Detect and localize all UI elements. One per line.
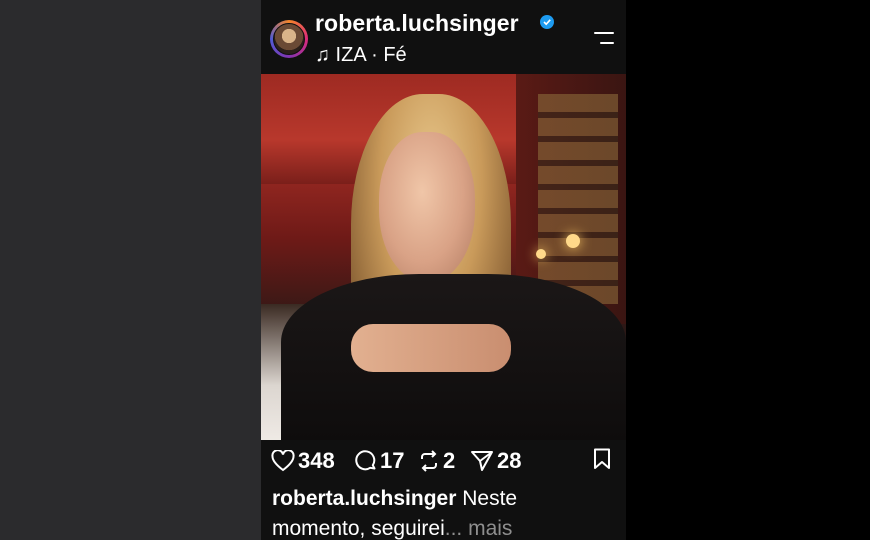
comment-count: 17	[380, 448, 405, 473]
repost-count: 2	[443, 448, 456, 473]
caption-line-2: momento, seguirei... mais	[272, 514, 622, 540]
post-photo[interactable]	[261, 74, 626, 440]
heart-icon	[271, 450, 295, 472]
share-button[interactable]: 28	[470, 446, 521, 476]
comment-button[interactable]: 17	[355, 446, 404, 476]
avatar[interactable]	[270, 20, 308, 58]
music-label[interactable]: ♫ IZA · Fé	[315, 44, 407, 67]
like-count: 348	[298, 448, 335, 473]
action-bar: 348 17 2 28	[261, 446, 626, 476]
photo-face	[379, 132, 475, 282]
post-username[interactable]: roberta.luchsinger	[315, 10, 519, 37]
like-button[interactable]: 348	[271, 446, 335, 476]
share-count: 28	[497, 448, 522, 473]
bookmark-button[interactable]	[593, 448, 611, 475]
menu-icon[interactable]	[594, 32, 616, 46]
share-icon	[471, 451, 493, 471]
photo-arm	[351, 324, 511, 372]
bookmark-icon	[594, 448, 610, 469]
caption-username[interactable]: roberta.luchsinger	[272, 487, 456, 510]
post-caption: roberta.luchsinger Neste momento, seguir…	[272, 484, 622, 540]
avatar-image	[273, 23, 305, 55]
post-header: roberta.luchsinger ♫ IZA · Fé	[261, 0, 626, 74]
verified-icon	[540, 15, 554, 29]
right-background	[626, 0, 870, 540]
post-card: roberta.luchsinger ♫ IZA · Fé 348 17 2 2…	[261, 0, 626, 540]
photo-lamp	[566, 234, 580, 248]
left-background	[0, 0, 261, 540]
comment-icon	[355, 450, 376, 471]
caption-text: Neste	[456, 487, 518, 510]
repost-icon	[421, 450, 437, 472]
caption-line-1: roberta.luchsinger Neste	[272, 484, 622, 514]
photo-lamp	[536, 249, 546, 259]
repost-button[interactable]: 2	[418, 446, 455, 476]
caption-text-continued: momento, seguirei	[272, 517, 445, 540]
more-link[interactable]: ... mais	[445, 517, 513, 540]
photo-frames	[538, 94, 618, 304]
